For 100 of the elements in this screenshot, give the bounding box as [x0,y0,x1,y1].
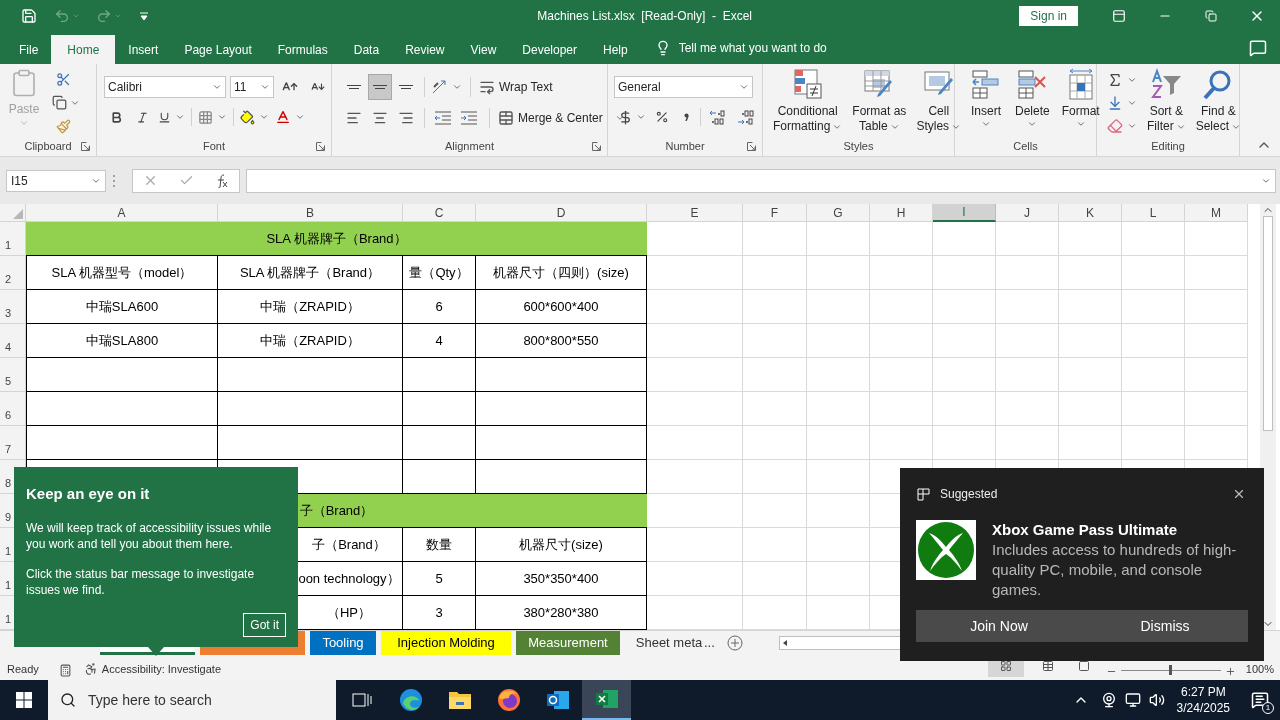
group-label: Cells [1013,138,1038,154]
align-middle-icon [373,85,387,89]
table-cell [870,290,933,324]
menu-tab[interactable]: Developer [509,35,590,64]
notifications-button[interactable]: 1 [1240,680,1280,720]
caret-icon [260,82,270,92]
clock[interactable]: 6:27 PM 3/24/2025 [1176,684,1230,716]
number-format-field[interactable]: General [614,76,753,98]
accessibility-status[interactable]: Accessibility: Investigate [83,660,221,677]
sheet-tab[interactable]: Tooling [310,631,376,655]
column-header[interactable]: G [807,204,870,222]
row-header: 3 [5,305,12,321]
launcher-icon[interactable] [316,142,325,151]
grid-icon [999,659,1012,672]
ribbon-button[interactable]: Format [1057,68,1104,140]
table-cell [933,290,996,324]
menu-tab[interactable]: Home [51,35,116,64]
caret-icon [1127,98,1137,108]
zoom-thumb[interactable] [1168,665,1172,675]
caret-icon [175,112,185,122]
table-cell: 数量 [403,528,476,562]
menu-tab[interactable]: Help [590,35,641,64]
tell-me-field[interactable]: Tell me what you want to do [678,39,827,57]
browser-icon [398,688,423,712]
save-button[interactable] [20,7,38,25]
network-icon[interactable] [1124,692,1141,708]
wrap-text-button[interactable]: Wrap Text [479,75,553,99]
formula-field[interactable] [246,168,1276,193]
table-cell [1059,222,1122,256]
paintbrush-icon [55,118,71,134]
menu-tab[interactable]: Page Layout [171,35,265,64]
table-cell [996,222,1059,256]
group-label: Editing [1151,138,1185,154]
menu-tab[interactable]: View [457,35,510,64]
column-header[interactable]: E [647,204,743,222]
tip-text: We will keep track of accessibility issues while you work and tell you about them here. [26,519,273,552]
table-cell [1122,392,1185,426]
font-name-field[interactable]: Calibri [104,76,226,98]
name-box[interactable]: I15 [6,169,106,192]
merge-center-button[interactable]: Merge & Center [498,106,625,130]
table-cell [807,222,870,256]
sign-in-button[interactable]: Sign in [1019,6,1078,26]
column-header[interactable]: F [743,204,807,222]
zoom-in-icon[interactable] [1224,666,1236,677]
column-header[interactable]: K [1059,204,1122,222]
spreadsheet-app-icon [594,688,619,710]
toast-button[interactable]: Dismiss [1082,610,1248,642]
table-cell [996,256,1059,290]
scissors-icon [55,72,71,88]
customize-toolbar-button[interactable] [138,9,150,23]
row-header: 8 [5,475,12,491]
menu-tab[interactable]: Review [392,35,458,64]
eraser-icon [1107,117,1123,134]
table-cell [870,324,933,358]
launcher-icon[interactable] [592,142,601,151]
ribbon-button[interactable]: Conditional Formatting [769,68,847,140]
cell-mode-icon [58,664,72,677]
vertical-scrollbar[interactable] [1260,204,1276,630]
table-cell-text: oon technology） [297,569,401,588]
ribbon-button[interactable]: Find & Select [1191,68,1246,140]
ribbon-button[interactable]: Format as Table [848,68,911,140]
search-field[interactable]: Type here to search [48,680,336,720]
table-cell [1059,324,1122,358]
table-cell [807,358,870,392]
sheet-tab[interactable]: Injection Molding [381,631,511,655]
menu-tab[interactable]: Insert [115,35,172,64]
suggested-icon [917,487,930,501]
more-sheets-button[interactable]: ... [704,631,715,655]
toast-button[interactable]: Join Now [916,610,1082,642]
ribbon-button[interactable]: Insert [965,68,1007,140]
browser-icon [496,688,521,712]
ribbon-button[interactable]: Sort & Filter [1143,68,1190,140]
vertical-align-button[interactable] [368,74,392,100]
column-header[interactable]: J [996,204,1059,222]
volume-icon[interactable] [1148,692,1165,708]
table-cell [743,494,807,528]
sheet-tab[interactable]: Measurement [516,631,620,655]
got-it-button[interactable]: Got it [243,613,286,637]
caret-icon [636,112,646,122]
scroll-thumb[interactable] [1263,216,1273,431]
table-cell [996,290,1059,324]
camera-icon[interactable] [1100,692,1117,708]
launcher-icon[interactable] [81,142,90,151]
menu-tab[interactable]: File [6,35,52,64]
menu-tab[interactable]: Data [340,35,393,64]
column-header[interactable]: L [1122,204,1185,222]
ribbon-button[interactable]: Cell Styles [912,68,966,140]
zoom-level[interactable]: 100% [1245,660,1274,677]
menu-tab[interactable]: Formulas [264,35,341,64]
table-cell: 中瑞（ZRAPID） [218,290,403,324]
launcher-icon[interactable] [747,142,756,151]
font-size-field[interactable]: 11 [230,76,274,98]
table-cell [807,324,870,358]
column-header[interactable]: I [933,204,996,222]
dollar-icon [618,109,633,125]
decrease-indent-icon [434,111,452,125]
align-top-icon [347,85,361,89]
table-cell: SLA 机器型号（model） [26,256,218,290]
table-cell [807,460,870,494]
ribbon-button[interactable]: Delete [1011,68,1054,140]
